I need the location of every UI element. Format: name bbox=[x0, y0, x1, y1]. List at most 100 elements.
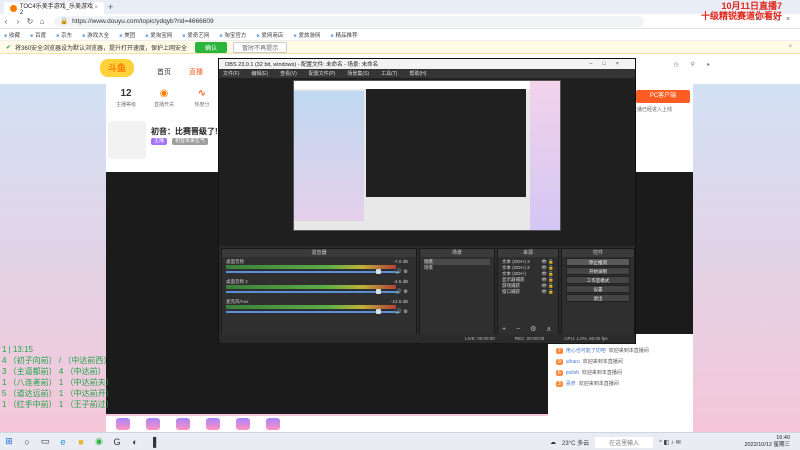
control-button[interactable]: 设置 bbox=[566, 285, 630, 293]
bookmark-item[interactable]: 爱奇艺网 bbox=[182, 31, 209, 39]
browser-360-icon[interactable]: ◉ bbox=[90, 433, 108, 450]
scene-item[interactable]: 场景 bbox=[424, 265, 490, 271]
bookmark-item[interactable]: 精品推荐 bbox=[330, 31, 358, 39]
bookmark-item[interactable]: 爱网商店 bbox=[256, 31, 283, 39]
nav-home[interactable]: 首页 bbox=[157, 67, 171, 77]
new-tab-icon[interactable]: + bbox=[108, 2, 113, 12]
gift-icon[interactable] bbox=[116, 418, 130, 430]
bookmark-item[interactable]: 爱淘宝网 bbox=[145, 31, 172, 39]
back-icon[interactable]: ‹ bbox=[0, 17, 12, 26]
obs-menu-item[interactable]: 编辑(E) bbox=[251, 70, 268, 77]
source-item[interactable]: 窗口捕获 👁 🔓 bbox=[502, 289, 554, 295]
bookmark-item[interactable]: 游戏大全 bbox=[82, 31, 109, 39]
security-notice-bar: ✔ 将360安全浏览器设为默认浏览器，提升打开速度，保护上网安全 确认 暂时不再… bbox=[0, 41, 800, 54]
stat-live[interactable]: ◉ 直播开关 bbox=[144, 88, 184, 108]
bookmark-item[interactable]: 美团 bbox=[119, 31, 135, 39]
mixer-volume-slider[interactable] bbox=[226, 311, 396, 313]
chat-username[interactable]: polish bbox=[566, 370, 579, 376]
windows-taskbar: ⊞ ○ ▭ e ■ ◉ G ◐ ▐ ☁ 23°C 多云 在这里输入 ^ ◧ ♪ … bbox=[0, 432, 800, 450]
system-tray: ☁ 23°C 多云 在这里输入 ^ ◧ ♪ ✉ bbox=[550, 433, 681, 450]
capture-nested-obs bbox=[366, 89, 526, 197]
lock-icon: 🔒 bbox=[60, 18, 69, 25]
control-button[interactable]: 停止推流 bbox=[566, 258, 630, 266]
mixer-buttons[interactable]: 🔊 ⚙ bbox=[396, 289, 408, 295]
header-icons: ◷ ⚲ ● bbox=[674, 62, 710, 68]
history-icon[interactable]: ◷ bbox=[674, 62, 679, 68]
obs-app-icon[interactable]: ◐ bbox=[126, 433, 144, 450]
chat-username[interactable]: 用心也可能了切吧 bbox=[566, 347, 606, 354]
home-icon[interactable]: ⌂ bbox=[36, 17, 48, 26]
gift-icon[interactable] bbox=[266, 418, 280, 430]
left-overlay-text: 1 | 13:15 4 （初子向前） / （中达前西） 3 （主逼都前） 4 （中达… bbox=[2, 344, 114, 410]
windows-start-icon[interactable]: ⊞ bbox=[0, 433, 18, 450]
gift-icon[interactable] bbox=[146, 418, 160, 430]
stat-heat[interactable]: ∿ 热度分 bbox=[182, 88, 222, 108]
capture-header bbox=[294, 81, 560, 89]
task-view-icon[interactable]: ▭ bbox=[36, 433, 54, 450]
mixer-channel: 桌面音频 -7.0 dB 🔊 ⚙ bbox=[226, 259, 412, 279]
tag-name[interactable]: 初音未来生气 bbox=[172, 138, 209, 145]
obs-menu-item[interactable]: 查看(V) bbox=[280, 70, 297, 77]
chat-username[interactable]: 喜彦 bbox=[566, 380, 576, 387]
obs-preview[interactable] bbox=[219, 78, 635, 246]
obs-mixer-dock: 混音器 桌面音频 -7.0 dB 🔊 ⚙ 桌面音频 2 -4.5 dB 🔊 ⚙ 麦克风/Au… bbox=[221, 248, 417, 344]
url-input[interactable]: 🔒 https://www.douyu.com/topic/ydqyb?rid=… bbox=[54, 15, 644, 27]
ignore-button[interactable]: 暂时不再提示 bbox=[233, 41, 288, 53]
edge-icon[interactable]: e bbox=[54, 433, 72, 450]
search-box[interactable]: 在这里输入 bbox=[595, 436, 654, 448]
refresh-icon[interactable]: ↻ bbox=[24, 17, 36, 26]
obs-menu-item[interactable]: 文件(F) bbox=[223, 70, 239, 77]
set-default-button[interactable]: 确认 bbox=[195, 41, 228, 53]
search-icon[interactable]: ○ bbox=[18, 433, 36, 450]
folder-icon[interactable]: ■ bbox=[72, 433, 90, 450]
obs-menu-item[interactable]: 场景集(S) bbox=[347, 70, 369, 77]
douyu-logo[interactable]: 斗鱼 bbox=[100, 59, 134, 77]
obs-menu-item[interactable]: 工具(T) bbox=[381, 70, 397, 77]
mixer-buttons[interactable]: 🔊 ⚙ bbox=[396, 269, 408, 275]
mixer-volume-knob[interactable] bbox=[376, 269, 381, 274]
user-avatar-icon[interactable]: ● bbox=[707, 62, 710, 68]
tray-icons[interactable]: ^ ◧ ♪ ✉ bbox=[659, 439, 681, 446]
browser-tab[interactable]: TOC4乐美手游戏_乐美游戏2 × bbox=[4, 2, 104, 16]
obs-menu-item[interactable]: 帮助(H) bbox=[409, 70, 426, 77]
streamer-avatar[interactable] bbox=[108, 121, 146, 159]
bookmark-item[interactable]: 收藏 bbox=[4, 31, 20, 39]
shield-icon: ✔ bbox=[6, 44, 12, 51]
control-button[interactable]: 工作室模式 bbox=[566, 276, 630, 284]
eye-lock-icon[interactable]: 👁 🔓 bbox=[541, 289, 554, 295]
gift-icon[interactable] bbox=[236, 418, 250, 430]
pc-client-button[interactable]: PC客户端 bbox=[636, 90, 690, 103]
control-button[interactable]: 开始录制 bbox=[566, 267, 630, 275]
downloader-text: 主播已经进入上线 bbox=[632, 107, 673, 113]
obs-title: OBS 23.0.1 (32 bit, windows) - 配置文件: 未命名… bbox=[225, 62, 379, 68]
obs-window-controls[interactable]: –□× bbox=[589, 61, 629, 67]
bookmark-item[interactable]: 京东 bbox=[56, 31, 72, 39]
nav-live[interactable]: 直播 bbox=[189, 67, 203, 77]
mixer-buttons[interactable]: 🔊 ⚙ bbox=[396, 309, 408, 315]
mixer-volume-slider[interactable] bbox=[226, 271, 396, 273]
sources-body: 文本 (GDI+) 3 👁 🔓 文本 (GDI+) 2 👁 🔓 文本 (GDI+) 👁 🔓… bbox=[498, 257, 558, 297]
gift-icon[interactable] bbox=[206, 418, 220, 430]
location-icon[interactable]: ⚲ bbox=[691, 62, 695, 68]
tag-streamer[interactable]: 主播 bbox=[151, 138, 168, 145]
forward-icon[interactable]: › bbox=[12, 17, 24, 26]
app-icon-b[interactable]: ▐ bbox=[144, 433, 162, 450]
obs-window[interactable]: OBS 23.0.1 (32 bit, windows) - 配置文件: 未命名… bbox=[218, 58, 636, 344]
obs-menu-item[interactable]: 配置文件(P) bbox=[309, 70, 336, 77]
mixer-volume-slider[interactable] bbox=[226, 291, 396, 293]
chat-username[interactable]: uiharu bbox=[566, 359, 580, 365]
app-icon-g[interactable]: G bbox=[108, 433, 126, 450]
close-notice-icon[interactable]: × bbox=[788, 44, 792, 50]
bookmark-item[interactable]: 淘宝官方 bbox=[219, 31, 246, 39]
clock[interactable]: 16:40 2022/10/12 星期三 bbox=[744, 435, 790, 449]
mixer-volume-knob[interactable] bbox=[376, 309, 381, 314]
mixer-volume-knob[interactable] bbox=[376, 289, 381, 294]
gift-icon[interactable] bbox=[176, 418, 190, 430]
close-tab-icon[interactable]: × bbox=[94, 5, 98, 11]
control-button[interactable]: 退出 bbox=[566, 294, 630, 302]
bookmark-item[interactable]: 爱旅游网 bbox=[293, 31, 320, 39]
window-controls[interactable]: ≡–□× bbox=[756, 16, 796, 23]
stat-heat-label: 热度分 bbox=[194, 102, 210, 108]
weather-text[interactable]: 23°C 多云 bbox=[562, 438, 589, 447]
bookmark-item[interactable]: 百度 bbox=[30, 31, 46, 39]
